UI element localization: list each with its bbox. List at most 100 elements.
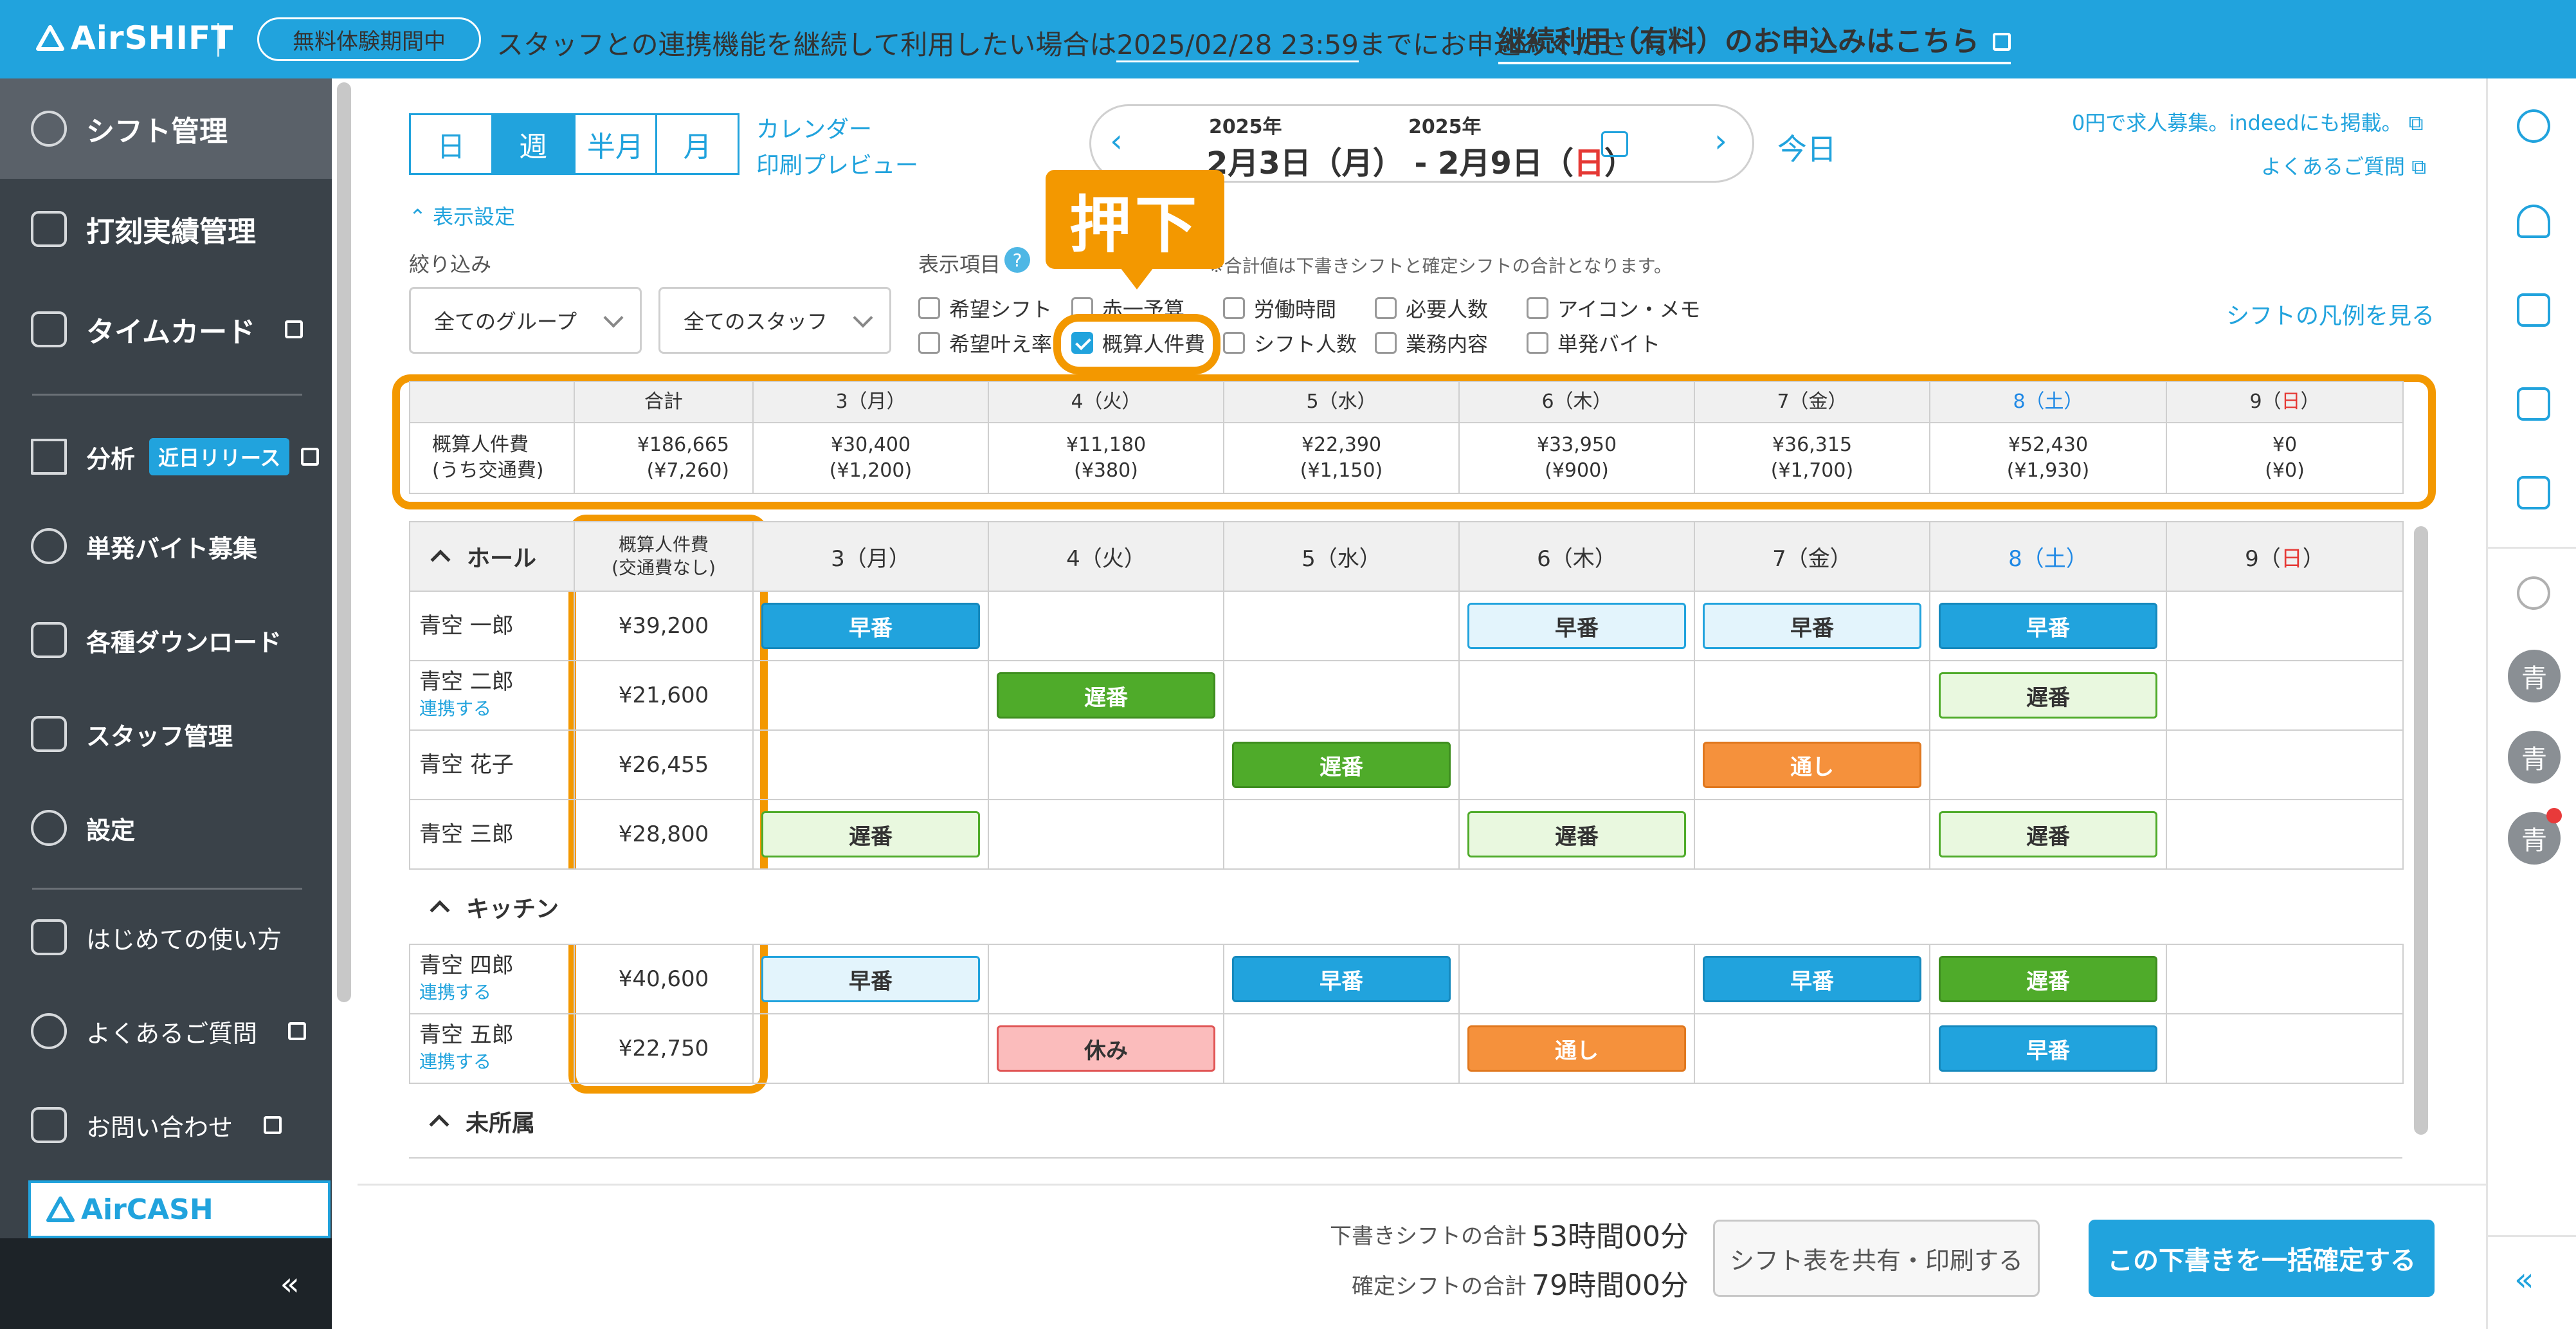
group-header[interactable]: ホール bbox=[409, 521, 575, 592]
continue-subscription-link[interactable]: 継続利用（有料）のお申込みはこちら bbox=[1498, 18, 2011, 64]
shift-cell-empty[interactable] bbox=[2165, 944, 2404, 1014]
shift-pill[interactable]: 早番 bbox=[1703, 956, 1921, 1002]
shift-cell-empty[interactable] bbox=[1223, 660, 1460, 731]
view-month-button[interactable]: 月 bbox=[657, 115, 738, 173]
avatar[interactable]: 青 bbox=[2508, 731, 2561, 784]
sidebar-item-staff[interactable]: スタッフ管理 bbox=[0, 687, 332, 781]
shift-pill[interactable]: 遅番 bbox=[1232, 742, 1451, 788]
shift-cell-empty[interactable] bbox=[2166, 729, 2404, 800]
right-rail-collapse-button[interactable]: « bbox=[2514, 1261, 2534, 1298]
shift-pill[interactable]: 早番 bbox=[761, 603, 980, 649]
shift-pill[interactable]: 遅番 bbox=[1939, 672, 2157, 719]
view-day-button[interactable]: 日 bbox=[411, 115, 493, 173]
staff-name-cell[interactable]: 青空 花子 bbox=[409, 729, 575, 800]
shift-cell[interactable]: 早番 bbox=[1929, 591, 2167, 661]
sidebar-item-faq[interactable]: よくあるご質問 bbox=[0, 984, 332, 1078]
checkbox-desired-shift[interactable]: 希望シフト bbox=[918, 293, 1052, 323]
calendar-link[interactable]: カレンダー bbox=[756, 111, 872, 144]
table-scrollbar[interactable] bbox=[2414, 526, 2428, 1135]
shift-cell-empty[interactable] bbox=[1223, 1013, 1460, 1084]
sidebar-item-recruit[interactable]: 単発バイト募集 bbox=[0, 499, 332, 593]
add-user-icon[interactable] bbox=[2517, 205, 2550, 238]
shift-cell-empty[interactable] bbox=[752, 1013, 989, 1084]
calendar-icon[interactable] bbox=[1601, 131, 1628, 157]
connect-link[interactable]: 連携する bbox=[419, 1049, 574, 1076]
shift-pill[interactable]: 通し bbox=[1703, 742, 1921, 788]
airshift-logo[interactable]: AirSHIFT bbox=[36, 19, 233, 57]
approved-icon[interactable] bbox=[2517, 476, 2550, 509]
shift-cell[interactable]: 早番 bbox=[1929, 1013, 2167, 1084]
shift-pill[interactable]: 早番 bbox=[1939, 603, 2157, 649]
shift-cell[interactable]: 早番 bbox=[1458, 591, 1695, 661]
shift-cell-empty[interactable] bbox=[988, 799, 1224, 870]
shift-cell-empty[interactable] bbox=[2165, 1013, 2404, 1084]
sidebar-item-download[interactable]: 各種ダウンロード bbox=[0, 593, 332, 687]
checkbox-wish-rate[interactable]: 希望叶え率 bbox=[918, 328, 1052, 358]
view-week-button[interactable]: 週 bbox=[493, 115, 576, 173]
share-print-button[interactable]: シフト表を共有・印刷する bbox=[1713, 1220, 2040, 1297]
shift-cell-empty[interactable] bbox=[1223, 799, 1460, 870]
faq-link[interactable]: よくあるご質問 ⧉ bbox=[2261, 151, 2426, 180]
shift-cell[interactable]: 通し bbox=[1694, 729, 1930, 800]
shift-cell-empty[interactable] bbox=[988, 944, 1224, 1014]
prev-week-button[interactable]: ‹ bbox=[1110, 122, 1123, 160]
shift-cell[interactable]: 休み bbox=[988, 1013, 1224, 1084]
display-settings-toggle[interactable]: ⌃ 表示設定 bbox=[409, 201, 515, 230]
staff-name-cell[interactable]: 青空 二郎 連携する bbox=[409, 660, 575, 731]
sidebar-collapse-button[interactable]: « bbox=[0, 1238, 332, 1329]
shift-pill[interactable]: 早番 bbox=[1232, 956, 1451, 1002]
shift-cell[interactable]: 遅番 bbox=[1929, 660, 2167, 731]
staff-name-cell[interactable]: 青空 三郎 bbox=[409, 799, 575, 870]
shift-pill[interactable]: 遅番 bbox=[997, 672, 1215, 719]
info-icon[interactable] bbox=[2517, 109, 2550, 143]
shift-legend-link[interactable]: シフトの凡例を見る bbox=[2226, 297, 2435, 331]
shift-pill[interactable]: 遅番 bbox=[1467, 811, 1686, 857]
shift-pill[interactable]: 早番 bbox=[1939, 1025, 2157, 1072]
shift-cell-empty[interactable] bbox=[988, 591, 1224, 661]
today-button[interactable]: 今日 bbox=[1777, 126, 1837, 169]
group-header-unassigned[interactable]: 未所属 bbox=[409, 1084, 2402, 1159]
shift-cell-empty[interactable] bbox=[2166, 660, 2404, 731]
shift-cell[interactable]: 早番 bbox=[752, 591, 989, 661]
help-icon[interactable]: ? bbox=[1004, 247, 1030, 273]
checkbox-job-content[interactable]: 業務内容 bbox=[1375, 328, 1488, 358]
shift-cell[interactable]: 遅番 bbox=[1929, 944, 2167, 1014]
shift-cell-empty[interactable] bbox=[752, 660, 989, 731]
shift-cell[interactable]: 早番 bbox=[752, 944, 989, 1014]
checkbox-icon-memo[interactable]: アイコン・メモ bbox=[1527, 293, 1700, 323]
shift-cell[interactable]: 早番 bbox=[1694, 944, 1930, 1014]
aircash-banner[interactable]: AirCASH bbox=[28, 1180, 331, 1238]
shift-pill[interactable]: 遅番 bbox=[1939, 811, 2157, 857]
shift-pill[interactable]: 遅番 bbox=[761, 811, 980, 857]
shift-cell[interactable]: 早番 bbox=[1694, 591, 1930, 661]
shift-cell[interactable]: 遅番 bbox=[1929, 799, 2167, 870]
sidebar-item-timesheet[interactable]: 打刻実績管理 bbox=[0, 179, 332, 279]
shift-cell[interactable]: 遅番 bbox=[752, 799, 989, 870]
checkbox-required-people[interactable]: 必要人数 bbox=[1375, 293, 1488, 323]
shift-request-icon[interactable] bbox=[2517, 293, 2550, 327]
shift-cell-empty[interactable] bbox=[1929, 729, 2167, 800]
confirm-all-button[interactable]: この下書きを一括確定する bbox=[2089, 1220, 2435, 1297]
sidebar-item-guide[interactable]: はじめての使い方 bbox=[0, 890, 332, 984]
shift-pill[interactable]: 早番 bbox=[761, 956, 980, 1002]
sidebar-item-analysis[interactable]: 分析 近日リリース bbox=[0, 407, 332, 507]
shift-cell-empty[interactable] bbox=[1458, 729, 1695, 800]
chat-icon[interactable] bbox=[2517, 576, 2550, 610]
shift-cell-empty[interactable] bbox=[1458, 660, 1695, 731]
sidebar-item-shift[interactable]: シフト管理 bbox=[0, 78, 332, 179]
connect-link[interactable]: 連携する bbox=[419, 979, 574, 1006]
group-select[interactable]: 全てのグループ bbox=[409, 287, 642, 354]
shift-pill[interactable]: 通し bbox=[1467, 1025, 1686, 1072]
shift-cell-empty[interactable] bbox=[1223, 591, 1460, 661]
shift-cell-empty[interactable] bbox=[1458, 944, 1695, 1014]
shift-cell[interactable]: 通し bbox=[1458, 1013, 1695, 1084]
checkbox-shift-count[interactable]: シフト人数 bbox=[1223, 328, 1357, 358]
shift-cell[interactable]: 遅番 bbox=[1223, 729, 1460, 800]
shift-cell-empty[interactable] bbox=[1694, 1013, 1930, 1084]
shift-cell-empty[interactable] bbox=[1694, 660, 1930, 731]
pending-icon[interactable] bbox=[2517, 387, 2550, 421]
staff-name-cell[interactable]: 青空 四郎 連携する bbox=[409, 944, 575, 1014]
sidebar-item-contact[interactable]: お問い合わせ bbox=[0, 1078, 332, 1172]
staff-name-cell[interactable]: 青空 五郎 連携する bbox=[409, 1013, 575, 1084]
sidebar-item-settings[interactable]: 設定 bbox=[0, 781, 332, 875]
